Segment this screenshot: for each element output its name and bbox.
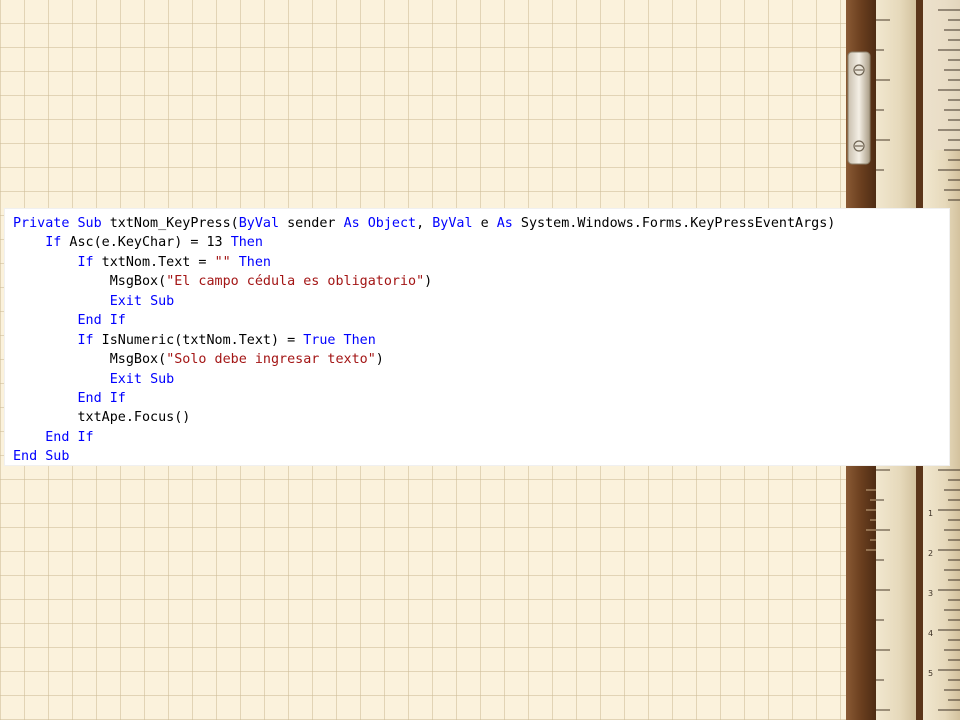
code-string: "Solo debe ingresar texto" — [166, 352, 376, 368]
code-keyword: Exit — [109, 371, 142, 387]
code-text: Asc(e.KeyChar) = 13 — [61, 235, 231, 251]
code-keyword: Exit — [109, 293, 142, 309]
code-keyword: Then — [238, 254, 271, 270]
code-text: sender — [279, 216, 344, 231]
code-keyword: As — [343, 216, 360, 231]
svg-text:2: 2 — [928, 549, 933, 558]
code-line: Exit Sub — [13, 292, 949, 311]
code-line: MsgBox("El campo cédula es obligatorio") — [13, 272, 949, 291]
code-text: ) — [375, 352, 384, 368]
svg-text:1: 1 — [928, 509, 933, 518]
code-keyword: Object — [367, 216, 417, 231]
code-keyword: If — [45, 235, 62, 251]
code-line: If txtNom.Text = "" Then — [13, 253, 949, 272]
code-text: txtNom.Text = — [93, 254, 215, 270]
code-text: MsgBox( — [13, 352, 167, 368]
code-keyword: If — [77, 254, 94, 270]
code-keyword: Sub — [150, 293, 175, 309]
code-text: , — [416, 216, 433, 231]
code-text: txtApe.Focus() — [13, 410, 191, 426]
svg-text:3: 3 — [928, 589, 933, 598]
code-text: MsgBox( — [13, 274, 167, 290]
code-text: System.Windows.Forms.KeyPressEventArgs) — [512, 216, 836, 231]
code-keyword: End — [13, 449, 38, 465]
code-line: txtApe.Focus() — [13, 408, 949, 427]
code-line: Private Sub txtNom_KeyPress(ByVal sender… — [13, 214, 949, 233]
svg-text:4: 4 — [928, 629, 933, 638]
code-keyword: ByVal — [238, 216, 280, 231]
code-keyword: End — [77, 390, 102, 406]
code-keyword: Sub — [77, 216, 102, 231]
code-keyword: Then — [230, 235, 263, 251]
code-line: MsgBox("Solo debe ingresar texto") — [13, 350, 949, 369]
code-keyword: If — [77, 429, 94, 445]
code-keyword: If — [109, 313, 126, 329]
code-line: End If — [13, 428, 949, 447]
code-line: If IsNumeric(txtNom.Text) = True Then — [13, 331, 949, 350]
code-keyword: End — [45, 429, 70, 445]
code-keyword: Then — [343, 332, 376, 348]
code-line: End Sub — [13, 447, 949, 465]
code-block: Private Sub txtNom_KeyPress(ByVal sender… — [13, 214, 949, 465]
code-text: txtNom_KeyPress( — [101, 216, 239, 231]
code-keyword: If — [77, 332, 94, 348]
code-keyword: ByVal — [432, 216, 473, 231]
code-line: End If — [13, 389, 949, 408]
code-snippet-panel: Private Sub txtNom_KeyPress(ByVal sender… — [4, 208, 950, 466]
code-keyword: If — [109, 390, 126, 406]
ruler-clip — [847, 51, 871, 165]
code-line: End If — [13, 311, 949, 330]
slide-background: 1 2 3 4 5 Private Sub txtNom_KeyPress(By… — [0, 0, 960, 720]
code-line: Exit Sub — [13, 370, 949, 389]
code-keyword: End — [77, 313, 102, 329]
code-keyword: As — [496, 216, 513, 231]
code-keyword: Private — [13, 216, 70, 231]
code-line: If Asc(e.KeyChar) = 13 Then — [13, 233, 949, 252]
code-text: e — [472, 216, 497, 231]
code-text: IsNumeric(txtNom.Text) = — [93, 332, 304, 348]
code-string: "" — [214, 254, 231, 270]
code-string: "El campo cédula es obligatorio" — [166, 274, 425, 290]
svg-text:5: 5 — [928, 669, 933, 678]
code-text: ) — [424, 274, 433, 290]
code-keyword: True — [303, 332, 336, 348]
code-keyword: Sub — [150, 371, 175, 387]
code-keyword: Sub — [45, 449, 70, 465]
